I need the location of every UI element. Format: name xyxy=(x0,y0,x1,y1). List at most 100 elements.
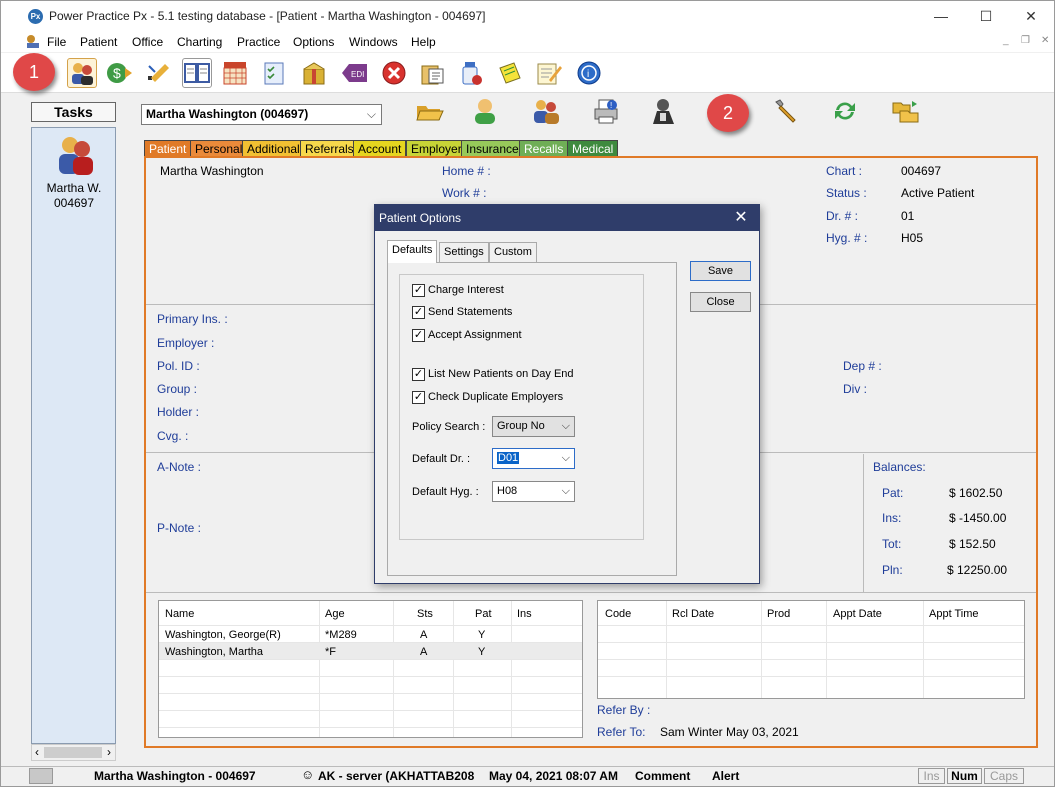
patient-options-button[interactable] xyxy=(767,95,803,127)
balance-ins-value: $ -1450.00 xyxy=(949,511,1007,525)
menu-file[interactable]: File xyxy=(47,35,66,49)
default-hyg-select[interactable]: H08 ⌵ xyxy=(492,481,575,502)
menu-help[interactable]: Help xyxy=(411,35,436,49)
menu-charting[interactable]: Charting xyxy=(177,35,222,49)
tab-account[interactable]: Account xyxy=(353,140,407,157)
user-icon: ☺ xyxy=(301,767,315,782)
tab-custom[interactable]: Custom xyxy=(489,242,537,263)
menu-options[interactable]: Options xyxy=(293,35,334,49)
family-col-ins[interactable]: Ins xyxy=(517,608,532,620)
medication-toolbar-button[interactable] xyxy=(456,58,486,88)
tab-referrals[interactable]: Referrals xyxy=(300,140,359,157)
family-row-sts[interactable]: A xyxy=(420,646,427,658)
tab-recalls[interactable]: Recalls xyxy=(519,140,569,157)
doctor-button[interactable] xyxy=(646,95,682,127)
scroll-right-icon[interactable]: › xyxy=(107,745,111,759)
recall-col-appt-date[interactable]: Appt Date xyxy=(833,608,882,620)
policy-search-select[interactable]: Group No ⌵ xyxy=(492,416,575,437)
family-row-age[interactable]: *F xyxy=(325,646,336,658)
grid-line xyxy=(511,601,512,737)
cancel-toolbar-button[interactable] xyxy=(379,58,409,88)
notes-toolbar-button[interactable] xyxy=(495,58,525,88)
family-grid[interactable] xyxy=(158,600,583,738)
family-row-pat[interactable]: Y xyxy=(478,646,485,658)
folder-doc-toolbar-button[interactable] xyxy=(418,58,448,88)
tab-settings[interactable]: Settings xyxy=(439,242,489,263)
edit-toolbar-button[interactable] xyxy=(144,58,174,88)
close-button[interactable]: Close xyxy=(690,292,751,312)
family-col-age[interactable]: Age xyxy=(325,608,345,620)
scroll-left-icon[interactable]: ‹ xyxy=(35,745,39,759)
mdi-child-icon[interactable] xyxy=(25,34,41,51)
close-window-button[interactable]: ✕ xyxy=(1008,5,1054,29)
menu-office[interactable]: Office xyxy=(132,35,163,49)
hyg-value: H05 xyxy=(901,231,924,245)
dollar-exchange-icon: $ xyxy=(107,63,132,83)
menu-windows[interactable]: Windows xyxy=(349,35,398,49)
family-row-age[interactable]: *M289 xyxy=(325,629,357,641)
tab-additional[interactable]: Additional xyxy=(242,140,305,157)
tab-employer[interactable]: Employer xyxy=(406,140,467,157)
person-icon xyxy=(475,99,495,124)
menu-practice[interactable]: Practice xyxy=(237,35,280,49)
edi-toolbar-button[interactable]: EDI xyxy=(339,58,369,88)
tasks-scrollbar[interactable]: ‹ › xyxy=(31,744,116,761)
mdi-minimize-button[interactable]: _ xyxy=(1003,35,1009,46)
recall-col-rcl-date[interactable]: Rcl Date xyxy=(672,608,714,620)
mdi-restore-button[interactable]: ❐ xyxy=(1021,35,1030,46)
check-duplicate-employers-checkbox[interactable]: ✓ xyxy=(412,391,425,404)
dialog-close-icon[interactable]: ✕ xyxy=(731,205,751,231)
refresh-button[interactable] xyxy=(827,95,863,127)
tab-insurance[interactable]: Insurance xyxy=(461,140,524,157)
charge-interest-checkbox[interactable]: ✓ xyxy=(412,284,425,297)
patient-select[interactable]: Martha Washington (004697) ⌵ xyxy=(141,104,382,125)
save-button[interactable]: Save xyxy=(690,261,751,281)
div-label: Div : xyxy=(843,382,867,396)
tab-patient[interactable]: Patient xyxy=(144,140,192,157)
family-button[interactable] xyxy=(528,95,564,127)
move-folders-button[interactable] xyxy=(888,95,924,127)
tab-medical[interactable]: Medical xyxy=(567,140,619,157)
family-col-name[interactable]: Name xyxy=(165,608,194,620)
tab-defaults[interactable]: Defaults xyxy=(387,240,438,263)
edit-note-toolbar-button[interactable] xyxy=(534,58,564,88)
family-row-sts[interactable]: A xyxy=(420,629,427,641)
print-button[interactable]: ! xyxy=(587,95,623,127)
status-comment[interactable]: Comment xyxy=(635,768,690,785)
transfer-toolbar-button[interactable]: $ xyxy=(104,58,134,88)
recall-col-appt-time[interactable]: Appt Time xyxy=(929,608,979,620)
minimize-button[interactable]: — xyxy=(918,5,964,29)
single-patient-button[interactable] xyxy=(467,95,503,127)
mdi-close-button[interactable]: ✕ xyxy=(1041,35,1049,46)
book-toolbar-button[interactable] xyxy=(182,58,212,88)
status-alert[interactable]: Alert xyxy=(712,768,739,785)
default-dr-select[interactable]: D01 ⌵ xyxy=(492,448,575,469)
tab-personal[interactable]: Personal xyxy=(190,140,248,157)
family-col-sts[interactable]: Sts xyxy=(417,608,433,620)
list-new-patients-checkbox[interactable]: ✓ xyxy=(412,368,425,381)
box-toolbar-button[interactable] xyxy=(299,58,329,88)
balance-pln-value: $ 12250.00 xyxy=(947,563,1008,577)
chart-toolbar-button[interactable] xyxy=(221,58,251,88)
task-patient-avatar[interactable] xyxy=(53,132,99,178)
family-row-name[interactable]: Washington, Martha xyxy=(165,646,263,658)
recall-col-code[interactable]: Code xyxy=(605,608,631,620)
task-patient-id[interactable]: 004697 xyxy=(33,196,115,210)
camera-icon[interactable] xyxy=(29,768,53,784)
family-row-pat[interactable]: Y xyxy=(478,629,485,641)
family-row-name[interactable]: Washington, George(R) xyxy=(165,629,281,641)
tasks-header: Tasks xyxy=(31,102,116,122)
task-patient-name[interactable]: Martha W. xyxy=(33,181,115,195)
send-statements-checkbox[interactable]: ✓ xyxy=(412,306,425,319)
accept-assignment-checkbox[interactable]: ✓ xyxy=(412,329,425,342)
checklist-toolbar-button[interactable] xyxy=(260,58,290,88)
grid-line xyxy=(159,625,582,626)
open-folder-button[interactable] xyxy=(411,95,447,127)
info-toolbar-button[interactable]: i xyxy=(574,58,604,88)
family-col-pat[interactable]: Pat xyxy=(475,608,492,620)
scroll-thumb[interactable] xyxy=(44,747,102,758)
patient-toolbar-button[interactable] xyxy=(67,58,97,88)
recall-col-prod[interactable]: Prod xyxy=(767,608,790,620)
menu-patient[interactable]: Patient xyxy=(80,35,117,49)
maximize-button[interactable]: ☐ xyxy=(963,5,1009,29)
